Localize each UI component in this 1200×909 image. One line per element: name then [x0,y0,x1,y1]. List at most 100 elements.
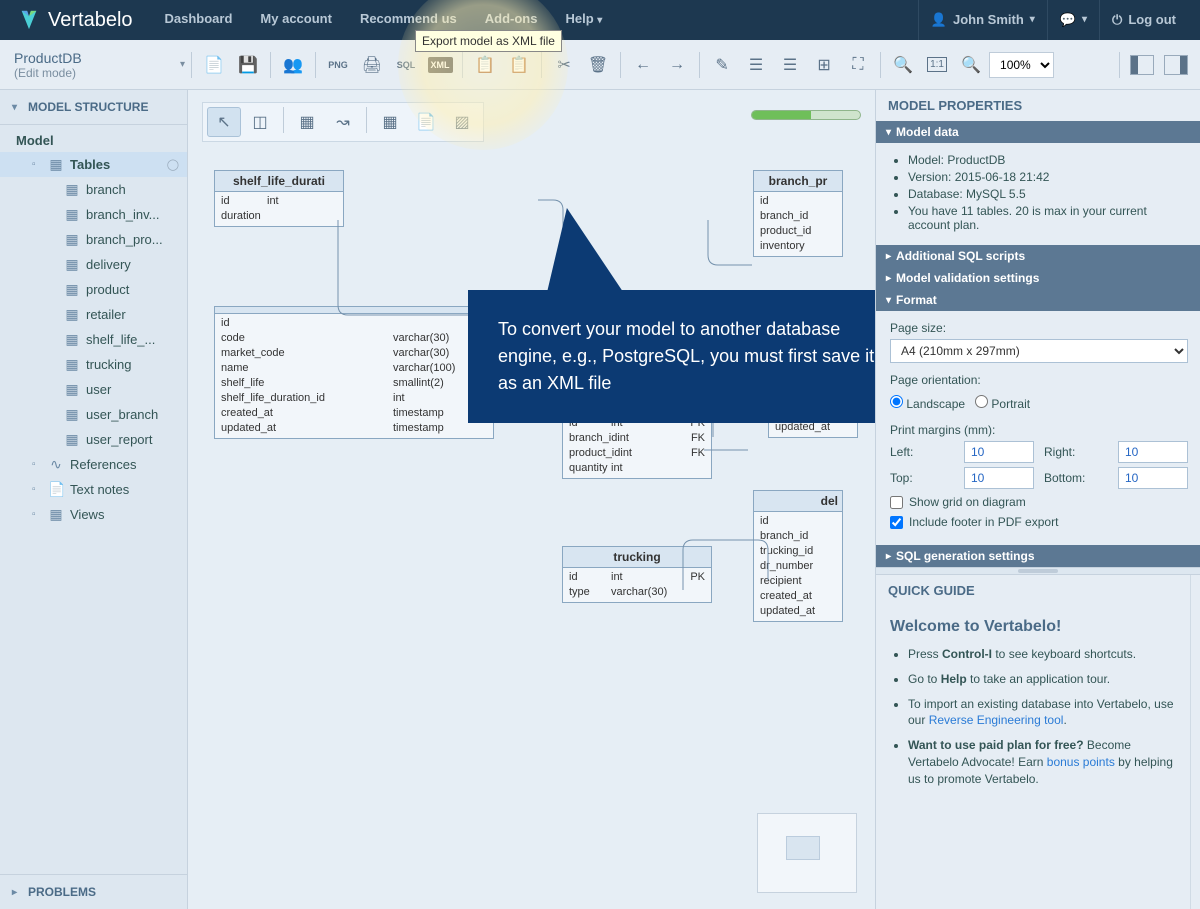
align-center-button[interactable]: ☰ [774,49,806,81]
chat-icon: 💬 [1060,0,1076,40]
copy-icon: 📋 [475,55,495,75]
table-group-icon: ▦ [48,156,64,173]
align-left-button[interactable]: ☰ [740,49,772,81]
table-icon: ▦ [64,331,80,348]
edit-tool-button[interactable]: ✎ [706,49,738,81]
main: ▾MODEL STRUCTURE Model ▫▦ Tables ◯ ▦bran… [0,90,1200,909]
tree-table-product[interactable]: ▦product [0,277,187,302]
model-structure-header[interactable]: ▾MODEL STRUCTURE [0,90,187,125]
tree-table-trucking[interactable]: ▦trucking [0,352,187,377]
orientation-label: Page orientation: [890,373,1188,387]
print-icon: 🖨 [362,55,382,75]
model-data-body: Model: ProductDB Version: 2015-06-18 21:… [876,143,1200,245]
tree-table-branch-inv[interactable]: ▦branch_inv... [0,202,187,227]
quick-guide-header: QUICK GUIDE [876,575,1190,606]
page-size-select[interactable]: A4 (210mm x 297mm) [890,339,1188,363]
export-png-button[interactable]: PNG [322,49,354,81]
tree-table-branch[interactable]: ▦branch [0,177,187,202]
paste-button[interactable]: 📋 [503,49,535,81]
tree-table-delivery[interactable]: ▦delivery [0,252,187,277]
new-model-button[interactable]: 📄 [198,49,230,81]
logo-icon [18,9,40,31]
undo-button[interactable]: ← [627,49,659,81]
section-sql-generation[interactable]: ▸SQL generation settings [876,545,1200,567]
power-icon: ⏻ [1112,0,1122,40]
toggle-left-panel-button[interactable] [1126,49,1158,81]
print-button[interactable]: 🖨 [356,49,388,81]
section-format[interactable]: ▾Format [876,289,1200,311]
zoom-out-icon: 🔍 [893,55,913,75]
nav-my-account[interactable]: My account [246,0,346,41]
bonus-points-link[interactable]: bonus points [1047,755,1115,769]
panel-splitter[interactable] [876,567,1200,575]
top-nav: Vertabelo Dashboard My account Recommend… [0,0,1200,40]
section-validation[interactable]: ▸Model validation settings [876,267,1200,289]
tree-table-shelf-life[interactable]: ▦shelf_life_... [0,327,187,352]
show-grid-checkbox[interactable]: Show grid on diagram [890,495,1188,509]
export-xml-tooltip: Export model as XML file [415,30,562,52]
logo[interactable]: Vertabelo [0,9,151,32]
topnav-right: 👤 John Smith ▾ 💬 ▾ ⏻Log out [918,0,1200,40]
table-icon: ▦ [64,356,80,373]
section-model-data[interactable]: ▾Model data [876,121,1200,143]
tree-table-user-branch[interactable]: ▦user_branch [0,402,187,427]
tree-table-user-report[interactable]: ▦user_report [0,427,187,452]
export-xml-button[interactable]: XML [424,49,456,81]
nav-dashboard[interactable]: Dashboard [151,0,247,41]
expand-button[interactable]: ⛶ [842,49,874,81]
user-name: John Smith [953,0,1024,40]
model-name-block[interactable]: ProductDB (Edit mode) [8,50,178,80]
logout-button[interactable]: ⏻Log out [1099,0,1188,40]
tree-views[interactable]: ▫▦Views [0,502,187,527]
orientation-portrait[interactable]: Portrait [975,395,1041,411]
share-button[interactable]: 👥 [277,49,309,81]
margin-top-input[interactable] [964,467,1034,489]
diagram-canvas[interactable]: ↖ ◫ ▦ ↝ ▦ 📄 ▨ shelf_life_durati idi [188,90,875,909]
margin-right-input[interactable] [1118,441,1188,463]
zoom-out-button[interactable]: 🔍 [887,49,919,81]
orientation-landscape[interactable]: Landscape [890,395,965,411]
margin-left-input[interactable] [964,441,1034,463]
quick-guide-body: Welcome to Vertabelo! Press Control-I to… [876,606,1190,909]
tree-references[interactable]: ▫∿References [0,452,187,477]
user-menu[interactable]: 👤 John Smith ▾ [918,0,1047,40]
reverse-engineering-link[interactable]: Reverse Engineering tool [929,713,1064,727]
save-button[interactable]: 💾 [232,49,264,81]
margin-bottom-input[interactable] [1118,467,1188,489]
copy-button[interactable]: 📋 [469,49,501,81]
toggle-right-panel-button[interactable] [1160,49,1192,81]
problems-panel-header[interactable]: ▸PROBLEMS [0,874,187,909]
zoom-in-button[interactable]: 🔍 [955,49,987,81]
align-distribute-button[interactable]: ⊞ [808,49,840,81]
redo-icon: → [669,56,685,74]
section-additional-sql[interactable]: ▸Additional SQL scripts [876,245,1200,267]
note-icon: 📄 [48,481,64,498]
tree-table-user[interactable]: ▦user [0,377,187,402]
png-icon: PNG [328,60,348,70]
model-name: ProductDB [14,50,178,66]
guide-item-help: Go to Help to take an application tour. [908,671,1176,688]
margins-label: Print margins (mm): [890,423,1188,437]
zoom-reset-button[interactable]: 1:1 [921,49,953,81]
guide-item-reverse-eng: To import an existing database into Vert… [908,696,1176,730]
table-icon: ▦ [64,381,80,398]
clipboard-icon: 📋 [509,55,529,75]
tree-text-notes[interactable]: ▫📄Text notes [0,477,187,502]
cut-button[interactable]: ✂ [548,49,580,81]
tree-table-retailer[interactable]: ▦retailer [0,302,187,327]
app-name: Vertabelo [48,9,133,32]
include-footer-checkbox[interactable]: Include footer in PDF export [890,515,1188,529]
tree-tables[interactable]: ▫▦ Tables ◯ [0,152,187,177]
zoom-select[interactable]: 100% [989,52,1054,78]
trash-icon: 🗑 [588,55,608,75]
delete-button[interactable]: 🗑 [582,49,614,81]
redo-button[interactable]: → [661,49,693,81]
tutorial-callout: To convert your model to another databas… [468,290,875,423]
quickguide-scrollbar[interactable] [1190,575,1200,909]
tree-root-model[interactable]: Model [0,129,187,152]
export-sql-button[interactable]: SQL [390,49,422,81]
chat-button[interactable]: 💬 ▾ [1047,0,1099,40]
tree-table-branch-pro[interactable]: ▦branch_pro... [0,227,187,252]
scissors-icon: ✂ [557,55,570,75]
save-icon: 💾 [238,55,258,75]
